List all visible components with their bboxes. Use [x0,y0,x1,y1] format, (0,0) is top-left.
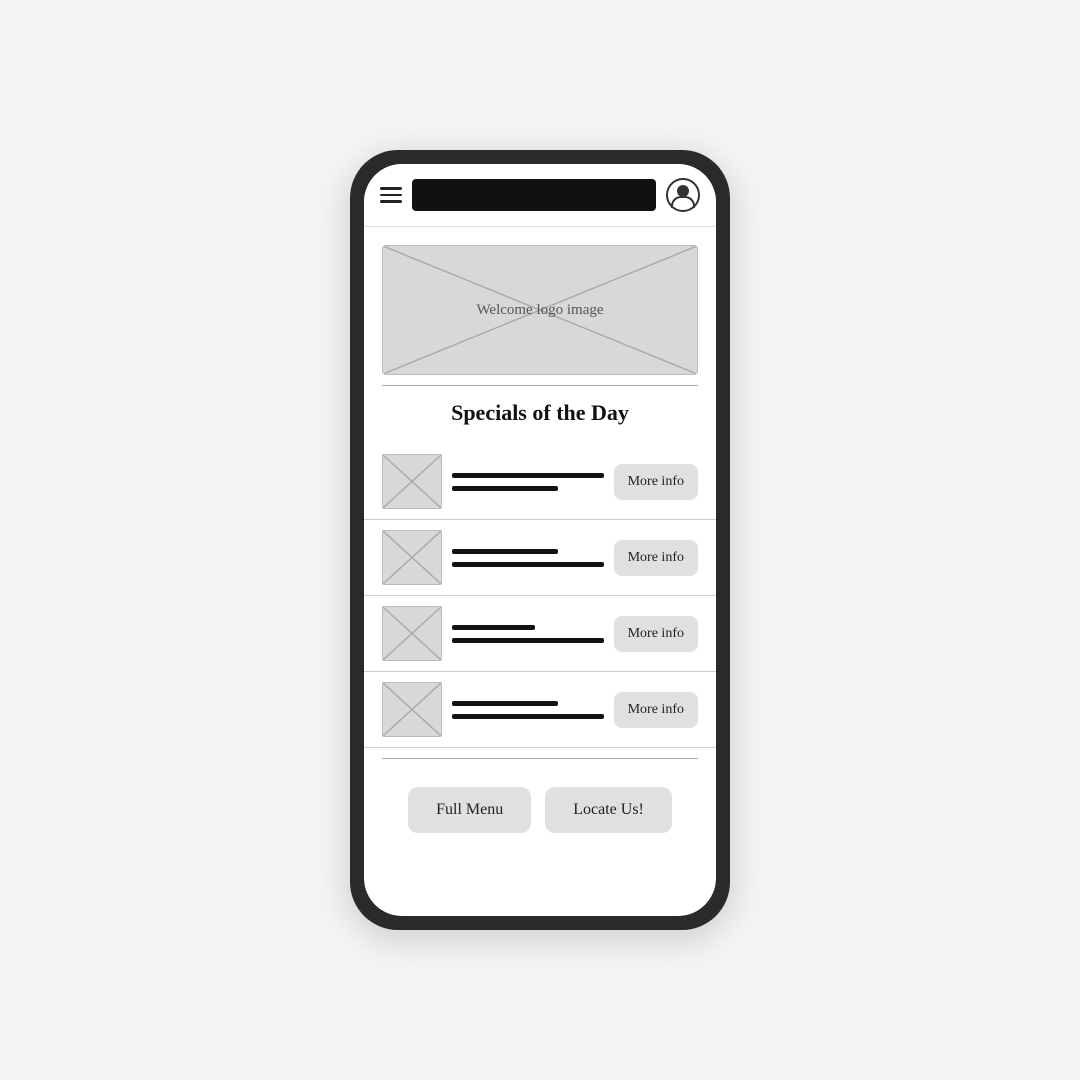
full-menu-button[interactable]: Full Menu [408,787,531,833]
item-text-line-3b [452,638,604,643]
welcome-logo-image: Welcome logo image [382,245,698,375]
header-logo-bar [412,179,656,211]
item-text-line-3a [452,625,535,630]
special-item-3: More info [364,596,716,672]
item-image-2 [382,530,442,585]
item-text-line-4a [452,701,558,706]
more-info-button-2[interactable]: More info [614,540,698,576]
user-profile-icon[interactable] [666,178,700,212]
item-image-4 [382,682,442,737]
more-info-button-3[interactable]: More info [614,616,698,652]
item-text-lines-4 [452,701,604,719]
item-text-line-1a [452,473,604,478]
header [364,164,716,227]
special-item-2: More info [364,520,716,596]
item-text-lines-1 [452,473,604,491]
hamburger-menu-icon[interactable] [380,187,402,203]
item-text-line-4b [452,714,604,719]
phone-screen: Welcome logo image Specials of the Day M… [364,164,716,916]
item-image-3 [382,606,442,661]
divider-2 [382,758,698,759]
special-item-4: More info [364,672,716,748]
item-text-line-1b [452,486,558,491]
specials-section-title: Specials of the Day [382,400,698,426]
special-item-1: More info [364,444,716,520]
bottom-buttons: Full Menu Locate Us! [364,769,716,855]
item-text-lines-3 [452,625,604,643]
more-info-button-1[interactable]: More info [614,464,698,500]
welcome-image-label: Welcome logo image [476,302,603,319]
phone-frame: Welcome logo image Specials of the Day M… [350,150,730,930]
item-image-1 [382,454,442,509]
item-text-line-2b [452,562,604,567]
locate-us-button[interactable]: Locate Us! [545,787,672,833]
main-content: Welcome logo image Specials of the Day M… [364,227,716,916]
item-text-lines-2 [452,549,604,567]
more-info-button-4[interactable]: More info [614,692,698,728]
item-text-line-2a [452,549,558,554]
divider-1 [382,385,698,386]
